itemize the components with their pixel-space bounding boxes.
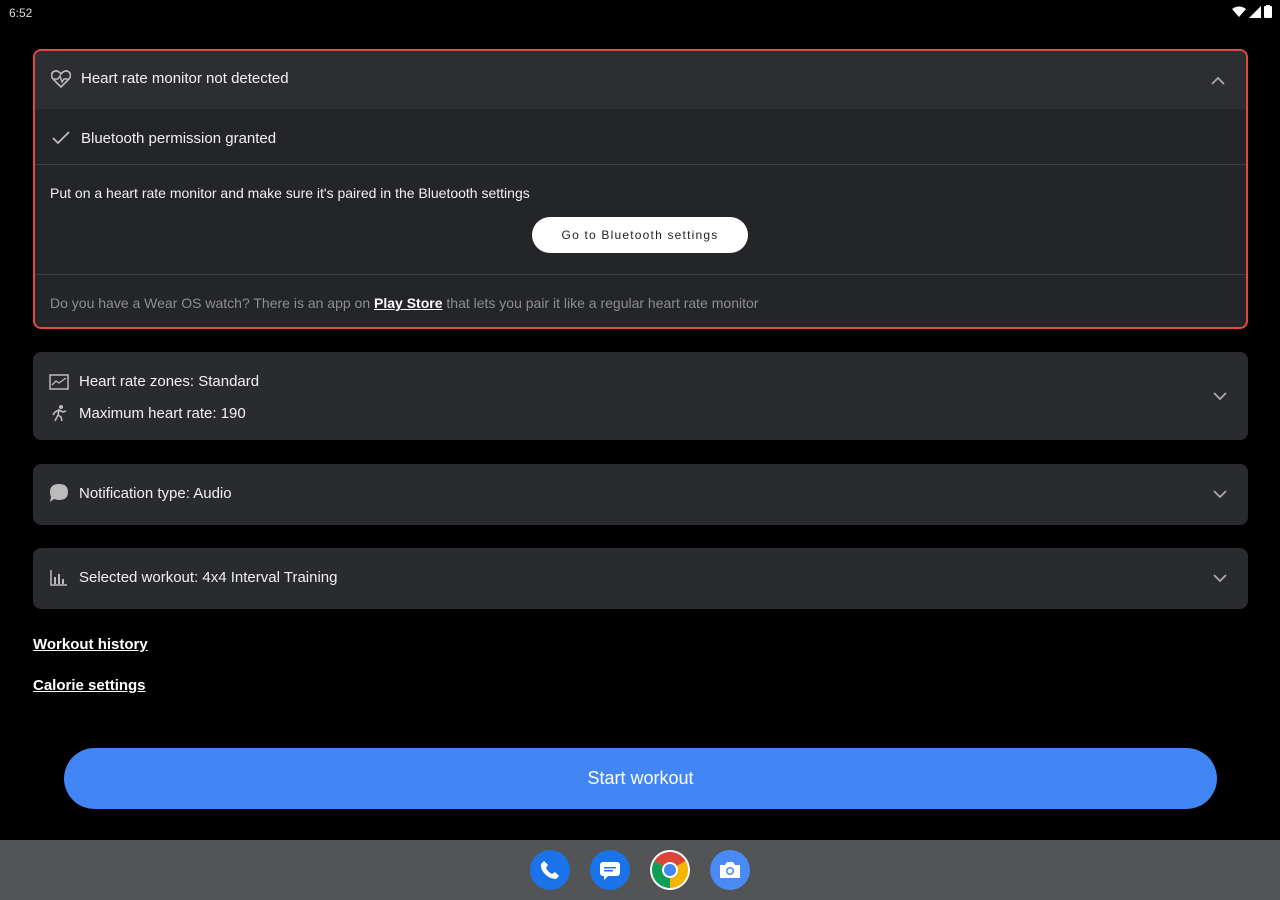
check-icon bbox=[51, 128, 71, 148]
app-dock bbox=[0, 840, 1280, 900]
chevron-down-icon[interactable] bbox=[1210, 386, 1230, 406]
battery-icon bbox=[1264, 5, 1272, 18]
wifi-icon bbox=[1232, 6, 1246, 17]
notification-card[interactable]: Notification type: Audio bbox=[33, 464, 1248, 525]
hr-zones-card[interactable]: Heart rate zones: Standard Maximum heart… bbox=[33, 352, 1248, 440]
heart-monitor-icon bbox=[51, 69, 71, 89]
start-workout-button[interactable]: Start workout bbox=[64, 748, 1217, 809]
chevron-down-icon[interactable] bbox=[1210, 484, 1230, 504]
calorie-settings-link[interactable]: Calorie settings bbox=[33, 677, 146, 694]
phone-icon[interactable] bbox=[530, 850, 570, 890]
wear-note-prefix: Do you have a Wear OS watch? There is an… bbox=[50, 295, 375, 311]
go-to-bluetooth-button[interactable]: Go to Bluetooth settings bbox=[532, 217, 748, 253]
status-time: 6:52 bbox=[9, 6, 33, 20]
messages-icon[interactable] bbox=[590, 850, 630, 890]
zones-chart-icon bbox=[49, 372, 69, 392]
workout-history-link[interactable]: Workout history bbox=[33, 636, 148, 653]
status-bar: 6:52 bbox=[0, 0, 1280, 26]
signal-icon bbox=[1249, 5, 1261, 18]
bar-chart-icon bbox=[49, 568, 69, 588]
wear-note-suffix: that lets you pair it like a regular hea… bbox=[442, 295, 759, 311]
status-icons bbox=[1232, 5, 1272, 18]
divider bbox=[35, 164, 1246, 165]
play-store-link[interactable]: Play Store bbox=[374, 295, 442, 311]
chrome-icon[interactable] bbox=[650, 850, 690, 890]
chevron-up-icon[interactable] bbox=[1208, 70, 1228, 90]
hr-zones-text: Heart rate zones: Standard bbox=[79, 373, 260, 390]
max-hr-text: Maximum heart rate: 190 bbox=[79, 405, 246, 422]
camera-icon[interactable] bbox=[710, 850, 750, 890]
chat-bubble-icon bbox=[49, 483, 69, 503]
divider bbox=[35, 274, 1246, 275]
wear-os-note: Do you have a Wear OS watch? There is an… bbox=[50, 295, 758, 311]
pairing-instruction: Put on a heart rate monitor and make sur… bbox=[50, 185, 530, 201]
hr-monitor-card: Heart rate monitor not detected Bluetoot… bbox=[33, 49, 1248, 329]
runner-icon bbox=[49, 403, 69, 423]
chevron-down-icon[interactable] bbox=[1210, 568, 1230, 588]
notification-type-text: Notification type: Audio bbox=[79, 485, 232, 502]
permission-status: Bluetooth permission granted bbox=[81, 130, 277, 147]
workout-card[interactable]: Selected workout: 4x4 Interval Training bbox=[33, 548, 1248, 609]
hr-monitor-header[interactable]: Heart rate monitor not detected bbox=[35, 51, 1246, 109]
selected-workout-text: Selected workout: 4x4 Interval Training bbox=[79, 569, 338, 586]
hr-monitor-title: Heart rate monitor not detected bbox=[81, 70, 289, 87]
